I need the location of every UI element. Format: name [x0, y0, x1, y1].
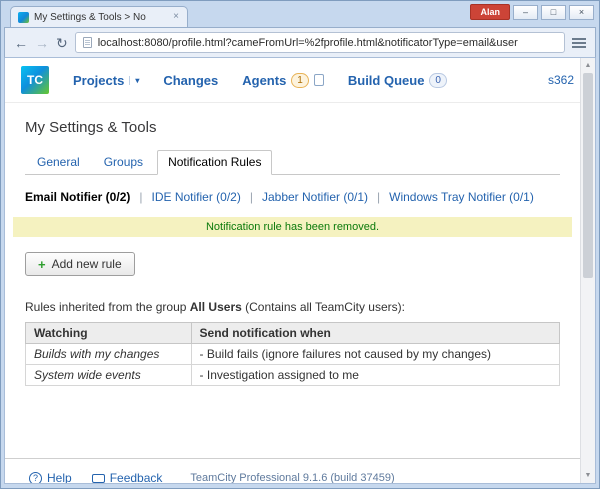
table-row: System wide events - Investigation assig… — [26, 365, 560, 386]
add-new-rule-label: Add new rule — [52, 257, 122, 271]
teamcity-page: TC Projects ▾ Changes Agents 1 Build Que… — [5, 58, 580, 483]
window-controls: Alan – □ × — [470, 4, 594, 20]
nav-agents[interactable]: Agents 1 — [242, 73, 324, 88]
maximize-button[interactable]: □ — [541, 5, 566, 20]
main-content: My Settings & Tools General Groups Notif… — [5, 103, 580, 386]
notifier-email[interactable]: Email Notifier (0/2) — [25, 190, 130, 204]
table-row: Builds with my changes - Build fails (ig… — [26, 344, 560, 365]
inherited-rules-table: Watching Send notification when Builds w… — [25, 322, 560, 386]
separator: | — [139, 190, 142, 204]
tab-general[interactable]: General — [27, 151, 90, 174]
version-text: TeamCity Professional 9.1.6 (build 37459… — [190, 472, 394, 483]
chevron-down-icon[interactable]: ▾ — [129, 76, 139, 85]
help-label: Help — [47, 471, 72, 483]
notifier-ide[interactable]: IDE Notifier (0/2) — [151, 190, 240, 204]
teamcity-favicon-icon — [18, 12, 29, 23]
settings-tabs: General Groups Notification Rules — [25, 150, 560, 175]
nav-build-queue[interactable]: Build Queue 0 — [348, 73, 447, 88]
scroll-down-icon[interactable]: ▼ — [581, 468, 595, 483]
nav-projects[interactable]: Projects ▾ — [73, 73, 139, 88]
notifier-windows-tray[interactable]: Windows Tray Notifier (0/1) — [389, 190, 534, 204]
back-icon[interactable]: ← — [14, 36, 28, 50]
nav-changes-label: Changes — [163, 73, 218, 88]
teamcity-logo[interactable]: TC — [21, 66, 49, 94]
rule-notification: - Investigation assigned to me — [191, 365, 559, 386]
scrollbar[interactable]: ▲ ▼ — [580, 58, 595, 483]
success-banner: Notification rule has been removed. — [13, 217, 572, 237]
agents-status-icon — [314, 74, 324, 86]
scrollbar-thumb[interactable] — [583, 73, 593, 278]
notifier-links: Email Notifier (0/2) | IDE Notifier (0/2… — [25, 190, 560, 204]
add-new-rule-button[interactable]: + Add new rule — [25, 252, 135, 276]
inherited-group-name: All Users — [190, 300, 242, 314]
tab-notification-rules[interactable]: Notification Rules — [157, 150, 272, 175]
user-link[interactable]: s362 — [548, 73, 574, 87]
column-header-send-notification: Send notification when — [191, 323, 559, 344]
column-header-watching: Watching — [26, 323, 192, 344]
help-link[interactable]: ? Help — [29, 471, 72, 483]
build-queue-count-badge: 0 — [429, 73, 447, 88]
notifier-jabber[interactable]: Jabber Notifier (0/1) — [262, 190, 368, 204]
plus-icon: + — [38, 258, 46, 271]
browser-toolbar: ← → ↻ localhost:8080/profile.html?cameFr… — [4, 27, 596, 58]
nav-changes[interactable]: Changes — [163, 73, 218, 88]
refresh-icon[interactable]: ↻ — [56, 36, 68, 50]
browser-window: My Settings & Tools > No × Alan – □ × ← … — [0, 0, 600, 489]
page-title: My Settings & Tools — [25, 119, 560, 136]
separator: | — [250, 190, 253, 204]
help-icon: ? — [29, 472, 42, 484]
tab-groups[interactable]: Groups — [94, 151, 153, 174]
browser-profile-button[interactable]: Alan — [470, 4, 510, 20]
inherited-prefix: Rules inherited from the group — [25, 300, 190, 314]
separator: | — [377, 190, 380, 204]
rule-notification: - Build fails (ignore failures not cause… — [191, 344, 559, 365]
browser-titlebar: My Settings & Tools > No × Alan – □ × — [4, 1, 596, 27]
forward-icon[interactable]: → — [35, 36, 49, 50]
page-document-icon — [83, 37, 92, 48]
nav-projects-label: Projects — [73, 73, 124, 88]
nav-agents-label: Agents — [242, 73, 286, 88]
teamcity-header: TC Projects ▾ Changes Agents 1 Build Que… — [5, 58, 580, 103]
nav-build-queue-label: Build Queue — [348, 73, 425, 88]
rule-watching: Builds with my changes — [26, 344, 192, 365]
table-header-row: Watching Send notification when — [26, 323, 560, 344]
page-footer: ? Help Feedback TeamCity Professional 9.… — [5, 458, 580, 483]
rule-watching: System wide events — [26, 365, 192, 386]
browser-menu-icon[interactable] — [572, 38, 586, 48]
feedback-label: Feedback — [110, 471, 163, 483]
browser-tab-title: My Settings & Tools > No — [34, 12, 167, 23]
url-text[interactable]: localhost:8080/profile.html?cameFromUrl=… — [98, 37, 518, 49]
inherited-suffix: (Contains all TeamCity users): — [242, 300, 405, 314]
feedback-bubble-icon — [92, 474, 105, 483]
scrollbar-track[interactable] — [581, 73, 595, 468]
feedback-link[interactable]: Feedback — [92, 471, 163, 483]
minimize-button[interactable]: – — [513, 5, 538, 20]
agents-count-badge: 1 — [291, 73, 309, 88]
address-bar[interactable]: localhost:8080/profile.html?cameFromUrl=… — [75, 32, 565, 53]
scroll-up-icon[interactable]: ▲ — [581, 58, 595, 73]
tab-close-icon[interactable]: × — [172, 12, 180, 22]
viewport: TC Projects ▾ Changes Agents 1 Build Que… — [4, 58, 596, 484]
inherited-rules-text: Rules inherited from the group All Users… — [25, 300, 560, 314]
close-button[interactable]: × — [569, 5, 594, 20]
browser-tab[interactable]: My Settings & Tools > No × — [10, 6, 188, 27]
